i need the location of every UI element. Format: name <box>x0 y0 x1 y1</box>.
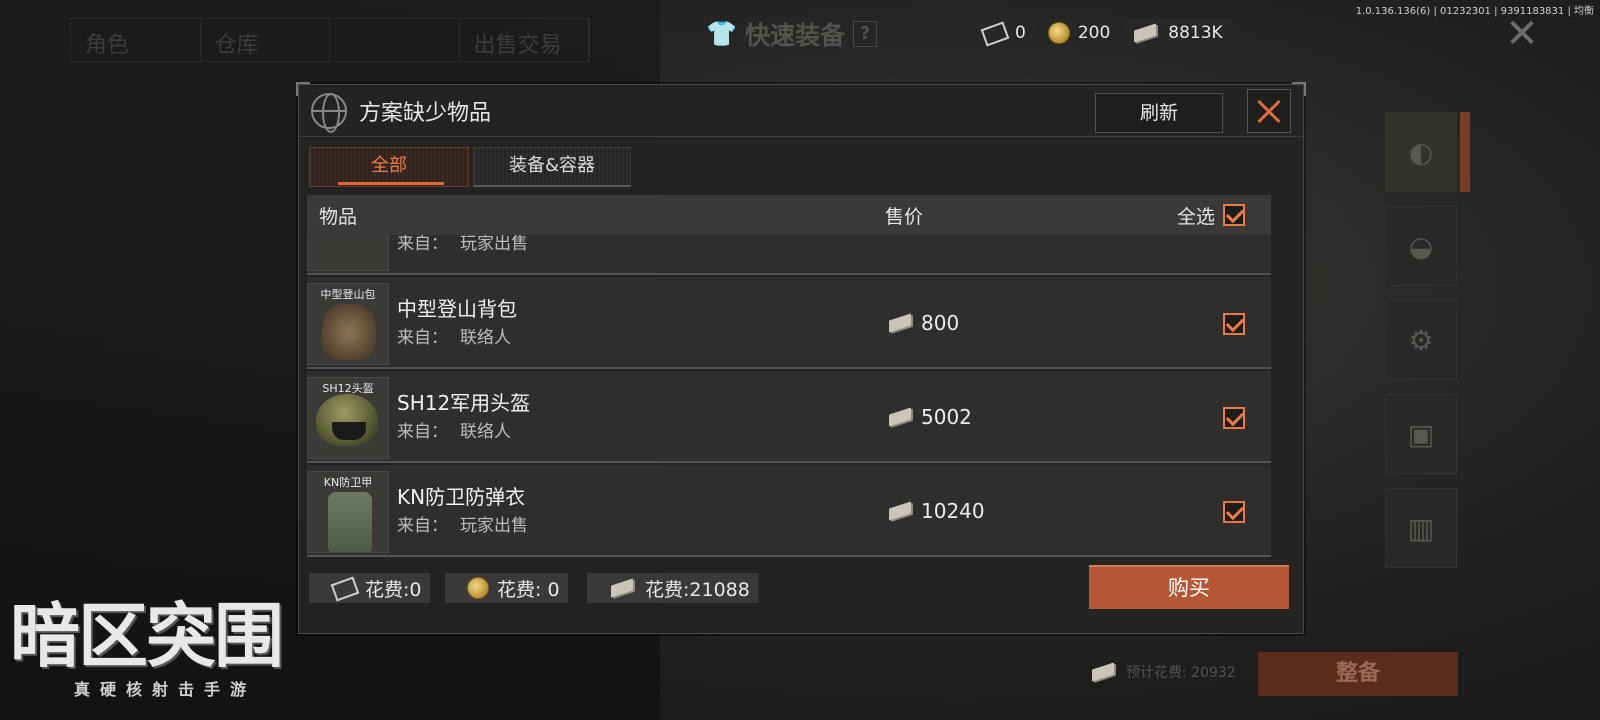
item-name: KN防卫防弹衣 <box>397 485 526 509</box>
background-close-icon: ✕ <box>1505 11 1539 57</box>
table-row[interactable]: KN防卫甲 KN防卫防弹衣 来自： 玩家出售 10240 <box>307 465 1271 557</box>
table-row[interactable]: 中型登山包 中型登山背包 来自： 联络人 800 <box>307 277 1271 369</box>
cash-icon <box>887 314 915 332</box>
close-icon[interactable] <box>1247 89 1291 133</box>
slot-pack-icon: ▥ <box>1385 488 1457 568</box>
item-source: 来自： 联络人 <box>397 328 511 348</box>
estimate-cost: 预计花费: 20932 <box>1090 662 1236 682</box>
help-icon: ? <box>853 21 878 47</box>
row-checkbox[interactable] <box>1223 313 1245 335</box>
missing-items-dialog: 方案缺少物品 刷新 全部 装备&容器 物品 售价 全选 来自：玩家出售 5040 <box>296 82 1306 634</box>
row-checkbox[interactable] <box>1223 407 1245 429</box>
item-source: 来自： 联络人 <box>397 422 511 442</box>
currency-cash: 8813K <box>1126 18 1233 48</box>
helmet-icon <box>316 394 378 446</box>
thumbnail-label: KN防卫甲 <box>323 476 373 489</box>
select-all-label: 全选 <box>1177 205 1216 228</box>
equipment-slots: ◐ ◒ ⚙ ▣ ▥ <box>1385 112 1465 632</box>
tab-equipment-containers[interactable]: 装备&容器 <box>473 147 631 187</box>
dialog-title: 方案缺少物品 <box>359 100 492 126</box>
tab-all[interactable]: 全部 <box>309 147 469 187</box>
buy-button[interactable]: 购买 <box>1089 565 1289 609</box>
column-price: 售价 <box>885 205 924 228</box>
select-all-checkbox[interactable] <box>1223 204 1245 226</box>
item-price: 800 <box>887 311 959 335</box>
slot-helmet-icon: ◐ <box>1385 112 1457 192</box>
slot-vest-icon: ▣ <box>1385 394 1457 474</box>
item-price: 5002 <box>887 405 972 429</box>
cash-icon <box>609 579 637 597</box>
row-checkbox[interactable] <box>1223 501 1245 523</box>
item-thumbnail: 中型登山包 <box>307 283 389 365</box>
currency-card: 0 <box>975 18 1036 48</box>
card-icon <box>331 578 357 598</box>
globe-icon <box>311 92 347 133</box>
item-price: 10240 <box>887 499 985 523</box>
cash-icon <box>887 408 915 426</box>
thumbnail-label: 中型登山包 <box>320 288 376 301</box>
item-thumbnail: KN防卫甲 <box>307 471 389 553</box>
card-icon <box>981 23 1007 43</box>
logo-subtitle: 真硬核射击手游 <box>74 680 257 699</box>
quick-equip-title: 👕 快速装备 ? <box>706 16 878 52</box>
currency-bar: 0 200 8813K <box>975 18 1233 48</box>
item-source: 来自： 玩家出售 <box>397 235 528 254</box>
item-name: 中型登山背包 <box>397 297 517 321</box>
currency-value: 8813K <box>1168 23 1223 43</box>
slot-gear-icon: ⚙ <box>1385 300 1457 380</box>
prepare-button: 整备 <box>1258 652 1458 696</box>
item-name: SH12军用头盔 <box>397 391 531 415</box>
background-tab <box>330 19 460 61</box>
table-header: 物品 售价 全选 <box>307 195 1271 235</box>
background-tab: 仓库 <box>201 19 330 61</box>
item-thumbnail: SH12头盔 <box>307 377 389 459</box>
background-tab: 角色 <box>71 19 201 61</box>
table-row[interactable]: 来自：玩家出售 5040 <box>307 235 1271 275</box>
version-text: 1.0.136.136(6) | 01232301 | 9391183831 |… <box>1355 6 1594 17</box>
dialog-footer: 花费:0 花费: 0 花费:21088 购买 <box>299 565 1303 625</box>
game-logo: 暗区突围 真硬核射击手游 <box>10 596 362 720</box>
cash-icon <box>1132 24 1160 42</box>
item-list[interactable]: 来自：玩家出售 5040 中型登山包 中型登山背包 来自：联络人 800 <box>307 235 1271 563</box>
coin-icon <box>467 577 489 599</box>
coin-icon <box>1047 22 1070 44</box>
currency-value: 200 <box>1077 23 1111 43</box>
refresh-button[interactable]: 刷新 <box>1095 93 1223 133</box>
cash-icon <box>887 502 915 520</box>
item-source: 来自： 玩家出售 <box>397 516 528 536</box>
backpack-icon <box>322 304 376 360</box>
cash-icon <box>1090 663 1118 681</box>
cost-coin: 花费: 0 <box>445 573 568 603</box>
vest-icon <box>328 492 372 552</box>
item-thumbnail <box>307 235 389 271</box>
column-item: 物品 <box>319 205 358 228</box>
table-row[interactable]: SH12头盔 SH12军用头盔 来自： 联络人 5002 <box>307 371 1271 463</box>
background-tab: 出售交易 <box>460 19 589 61</box>
cost-cash: 花费:21088 <box>587 573 758 603</box>
currency-coin: 200 <box>1041 18 1121 48</box>
logo-title: 暗区突围 <box>10 595 284 677</box>
shirt-icon: 👕 <box>706 19 738 48</box>
background-tabs: 角色 仓库 出售交易 <box>70 18 590 62</box>
slot-mask-icon: ◒ <box>1385 206 1457 286</box>
thumbnail-label: SH12头盔 <box>322 382 374 395</box>
currency-value: 0 <box>1015 23 1026 43</box>
dialog-tabs: 全部 装备&容器 <box>309 147 631 187</box>
